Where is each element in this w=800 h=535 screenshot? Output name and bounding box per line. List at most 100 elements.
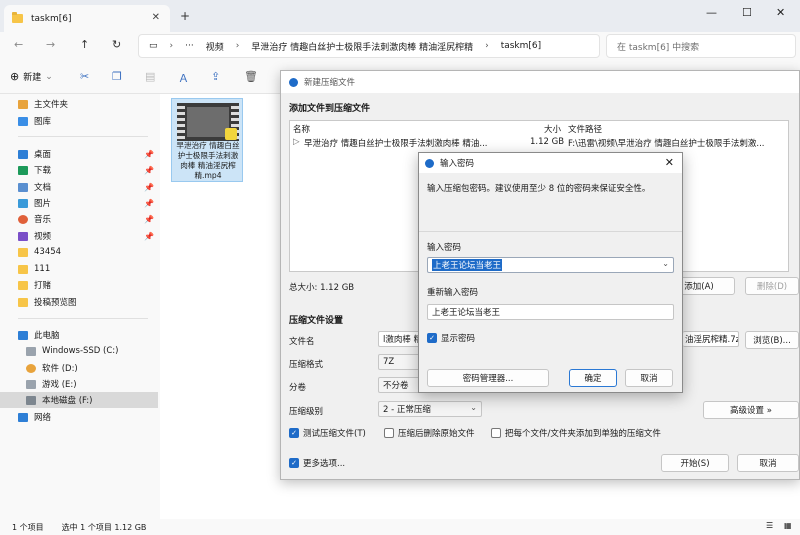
- app-icon: [289, 77, 298, 87]
- ok-button[interactable]: 确定: [569, 369, 617, 387]
- settings-section-header: 压缩文件设置: [289, 316, 344, 326]
- more-icon[interactable]: ···: [185, 41, 194, 51]
- pin-icon: 📌: [144, 231, 154, 241]
- format-select[interactable]: 7Z: [378, 354, 420, 370]
- format-label: 压缩格式: [289, 360, 324, 370]
- sidebar-item-drive-e[interactable]: 游戏 (E:): [0, 376, 158, 392]
- browse-button[interactable]: 浏览(B)...: [745, 331, 799, 349]
- tiles-view-icon[interactable]: ▦: [784, 521, 792, 530]
- test-archive-checkbox[interactable]: ✓ 测试压缩文件(T): [289, 427, 366, 439]
- chevron-down-icon[interactable]: ⌄: [662, 259, 669, 268]
- row-file-path: F:\迅雷\视频\早泄治疗 情趣白丝护士极限手法刺激...: [568, 139, 765, 149]
- sidebar-item-home[interactable]: 主文件夹: [0, 96, 158, 112]
- checkbox-icon: [384, 428, 394, 438]
- level-select[interactable]: 2 - 正常压缩 ⌄: [378, 401, 482, 417]
- close-window-icon[interactable]: ✕: [776, 6, 785, 19]
- new-tab-icon[interactable]: +: [180, 9, 190, 23]
- level-label: 压缩级别: [289, 407, 324, 417]
- sidebar-item-gallery[interactable]: 图库: [0, 113, 158, 129]
- sidebar-item-pictures[interactable]: 图片 📌: [0, 195, 158, 211]
- column-name[interactable]: 名称: [293, 123, 310, 135]
- breadcrumb-folder[interactable]: 早泄治疗 情趣白丝护士极限手法刺激肉棒 精油淫尻榨精: [251, 40, 473, 53]
- file-list-row[interactable]: ▷ 早泄治疗 情趣白丝护士极限手法刺激肉棒 精油... 1.12 GB F:\迅…: [290, 137, 788, 149]
- password-cancel-button[interactable]: 取消: [625, 369, 673, 387]
- maximize-icon[interactable]: ☐: [742, 6, 752, 19]
- delete-source-checkbox[interactable]: 压缩后删除原始文件: [384, 427, 475, 439]
- reenter-password-input[interactable]: 上老王论坛当老王: [427, 304, 674, 320]
- files-section-header: 添加文件到压缩文件: [289, 104, 371, 114]
- share-icon[interactable]: ⇪: [211, 70, 220, 83]
- sidebar-item-folder-bet[interactable]: 打赌: [0, 277, 158, 293]
- new-button[interactable]: ⊕ 新建 ⌄: [10, 70, 53, 83]
- paste-icon[interactable]: ▤: [145, 70, 155, 83]
- dialog-title-bar: 新建压缩文件: [281, 71, 799, 93]
- title-bar: taskm[6] ✕ + — ☐ ✕: [0, 0, 800, 32]
- cut-icon[interactable]: ✂: [80, 70, 89, 83]
- sidebar-item-network[interactable]: 网络: [0, 409, 158, 425]
- sidebar-item-drive-d[interactable]: 软件 (D:): [0, 360, 158, 376]
- more-options-checkbox[interactable]: ✓ 更多选项...: [289, 457, 345, 469]
- sidebar-item-drive-c[interactable]: Windows-SSD (C:): [0, 343, 158, 359]
- filename-field[interactable]: l激肉棒 精: [378, 331, 420, 347]
- checkbox-icon: [491, 428, 501, 438]
- show-password-checkbox[interactable]: ✓ 显示密码: [427, 332, 475, 344]
- folder-icon: [18, 280, 28, 290]
- file-item[interactable]: 早泄治疗 情趣白丝护士极限手法刺激肉棒 精油淫尻榨精.mp4: [171, 98, 243, 182]
- back-icon[interactable]: ←: [14, 38, 23, 51]
- sidebar-item-drive-f[interactable]: 本地磁盘 (F:): [0, 392, 158, 408]
- sidebar-item-documents[interactable]: 文档 📌: [0, 179, 158, 195]
- sidebar-item-downloads[interactable]: 下载 📌: [0, 162, 158, 178]
- breadcrumb-videos[interactable]: 视频: [206, 40, 224, 53]
- advanced-settings-button[interactable]: 高级设置 »: [703, 401, 799, 419]
- drive-icon: [26, 346, 36, 356]
- explorer-tab[interactable]: taskm[6] ✕: [4, 5, 170, 32]
- password-manager-button[interactable]: 密码管理器...: [427, 369, 549, 387]
- dialog-title: 新建压缩文件: [304, 78, 356, 88]
- reenter-password-label: 重新输入密码: [427, 288, 479, 298]
- password-input[interactable]: 上老王论坛当老王 ⌄: [427, 257, 674, 273]
- address-bar[interactable]: ▭ › ··· 视频 › 早泄治疗 情趣白丝护士极限手法刺激肉棒 精油淫尻榨精 …: [138, 34, 600, 58]
- details-view-icon[interactable]: ☰: [766, 521, 773, 530]
- pin-icon: 📌: [144, 149, 154, 159]
- password-title-bar: 输入密码 ✕: [419, 153, 682, 173]
- sidebar-item-videos[interactable]: 视频 📌: [0, 228, 158, 244]
- gallery-icon: [18, 116, 28, 126]
- sidebar-item-this-pc[interactable]: 此电脑: [0, 327, 158, 343]
- close-icon[interactable]: ✕: [665, 156, 674, 169]
- refresh-icon[interactable]: ↻: [112, 38, 121, 51]
- download-icon: [18, 165, 28, 175]
- sidebar-item-folder-preview[interactable]: 投稿预览图: [0, 294, 158, 310]
- tab-title: taskm[6]: [31, 13, 72, 24]
- rename-icon[interactable]: Ａ: [178, 70, 189, 86]
- separate-archives-checkbox[interactable]: 把每个文件/文件夹添加到单独的压缩文件: [491, 427, 661, 439]
- column-size[interactable]: 大小: [544, 123, 561, 135]
- sidebar-item-folder-111[interactable]: 111: [0, 261, 158, 277]
- computer-icon: ▭: [149, 41, 158, 51]
- cancel-button[interactable]: 取消: [737, 454, 799, 472]
- sidebar-item-music[interactable]: 音乐 📌: [0, 211, 158, 227]
- delete-icon[interactable]: 🗑: [244, 70, 258, 83]
- column-path[interactable]: 文件路径: [568, 123, 602, 135]
- document-icon: [18, 182, 28, 192]
- folder-icon: [18, 297, 28, 307]
- forward-icon[interactable]: →: [46, 38, 55, 51]
- start-button[interactable]: 开始(S): [661, 454, 729, 472]
- filename-field-tail[interactable]: 油淫尻榨精.7z: [683, 331, 739, 347]
- up-icon[interactable]: ↑: [80, 38, 89, 51]
- close-tab-icon[interactable]: ✕: [152, 12, 160, 23]
- music-icon: [18, 214, 28, 224]
- search-input[interactable]: 在 taskm[6] 中搜索: [606, 34, 796, 58]
- divider: [419, 231, 682, 232]
- film-strip-icon: [177, 103, 185, 141]
- sidebar-item-folder-43454[interactable]: 43454: [0, 244, 158, 260]
- file-icon: ▷: [293, 137, 300, 147]
- folder-icon: [12, 12, 23, 23]
- sidebar-item-desktop[interactable]: 桌面 📌: [0, 146, 158, 162]
- copy-icon[interactable]: ❐: [112, 70, 122, 83]
- delete-button[interactable]: 删除(D): [745, 277, 799, 295]
- network-icon: [18, 412, 28, 422]
- breadcrumb-current[interactable]: taskm[6]: [501, 41, 541, 51]
- minimize-icon[interactable]: —: [706, 6, 717, 19]
- split-select[interactable]: 不分卷: [378, 377, 420, 393]
- row-file-name: 早泄治疗 情趣白丝护士极限手法刺激肉棒 精油...: [304, 139, 488, 149]
